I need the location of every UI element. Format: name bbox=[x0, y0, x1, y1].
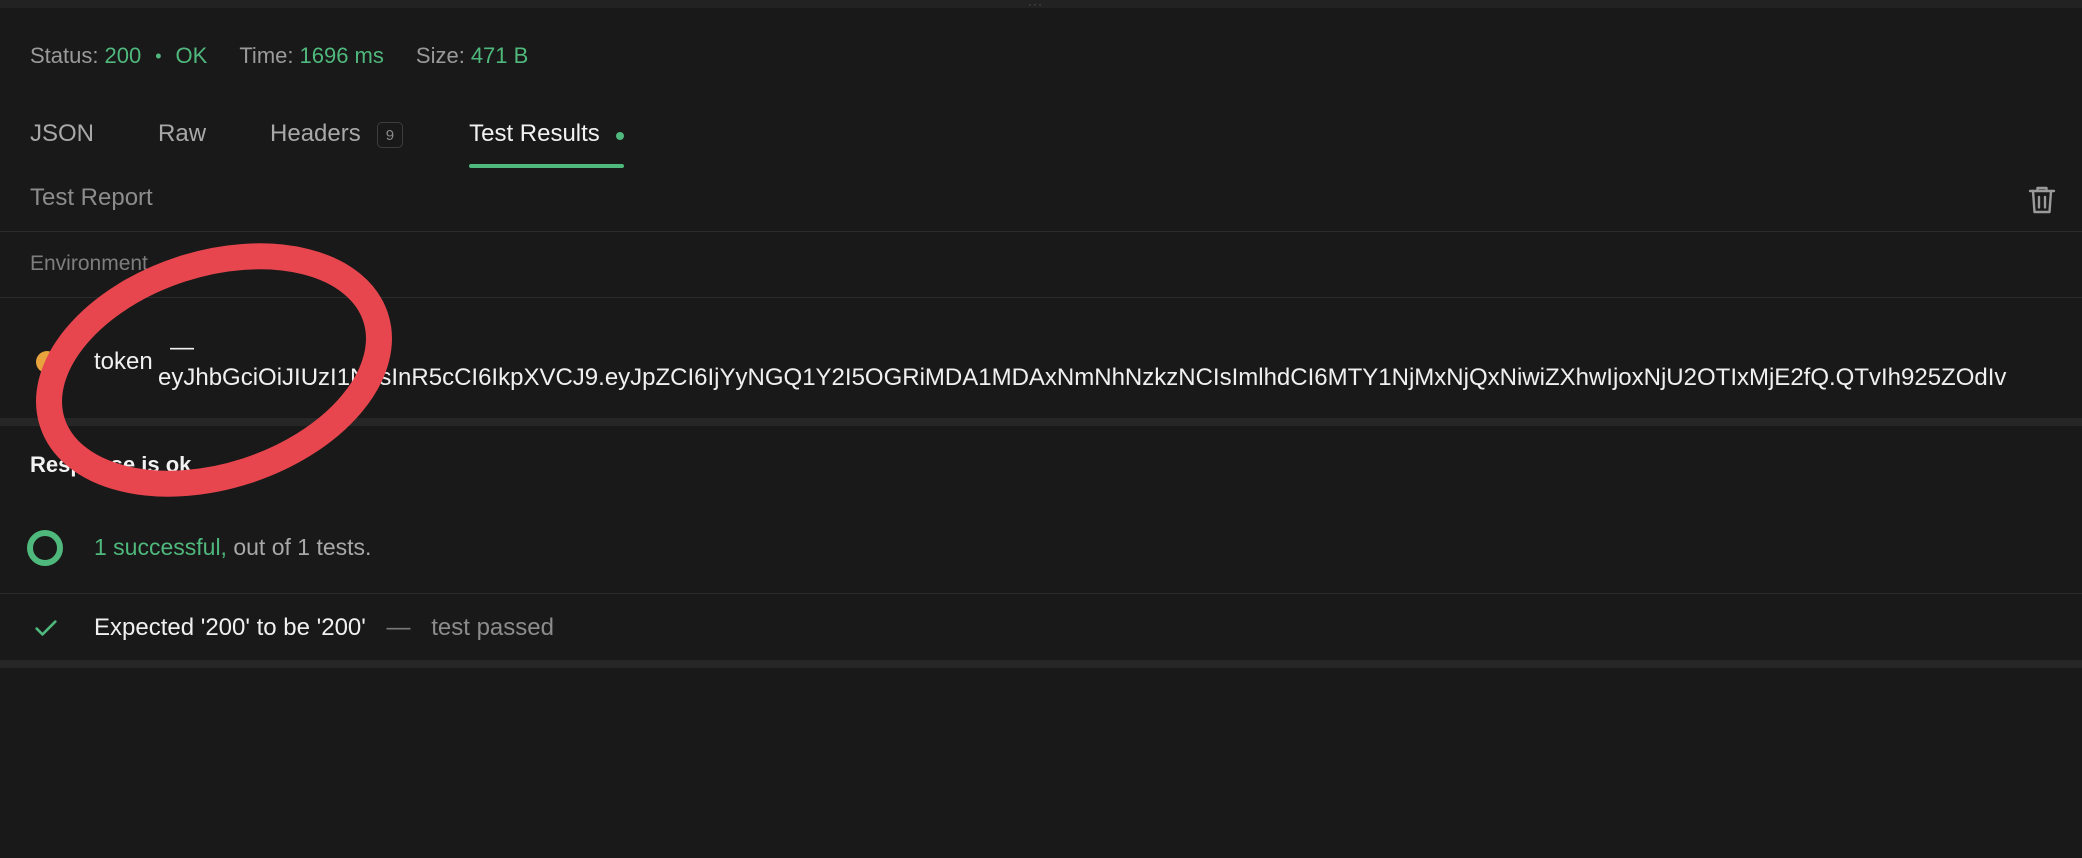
drag-dots-icon: ··· bbox=[1028, 0, 1043, 11]
size-value: 471 B bbox=[470, 43, 529, 68]
test-report-header: Test Report bbox=[0, 170, 2082, 232]
test-result-row: Expected '200' to be '200' — test passed bbox=[0, 594, 2082, 668]
test-result: Expected '200' to be '200' — test passed bbox=[94, 614, 554, 642]
tab-label: Test Results bbox=[469, 120, 600, 147]
variable-separator: — bbox=[170, 334, 194, 361]
time-label: Time: bbox=[239, 43, 294, 68]
tab-headers[interactable]: Headers 9 bbox=[270, 112, 404, 168]
active-dot-icon bbox=[615, 132, 624, 140]
tab-label: Headers bbox=[270, 120, 361, 147]
environment-header: Environment bbox=[0, 232, 2082, 298]
size-label: Size: bbox=[415, 43, 465, 68]
resize-handle[interactable]: ··· bbox=[0, 0, 2082, 11]
tab-overflow-icon[interactable]: ⋮ bbox=[2076, 122, 2082, 146]
test-summary-row: 1 successful, out of 1 tests. bbox=[0, 510, 2082, 594]
test-summary: 1 successful, out of 1 tests. bbox=[94, 534, 371, 561]
time-value: 1696 ms bbox=[299, 43, 384, 68]
time-group: Time: 1696 ms bbox=[239, 43, 384, 69]
response-tabs: JSON Raw Headers 9 Test Results bbox=[30, 112, 688, 168]
tab-raw[interactable]: Raw bbox=[158, 112, 206, 168]
tab-json[interactable]: JSON bbox=[30, 112, 94, 168]
summary-success: 1 successful, bbox=[94, 534, 227, 560]
variable-key: token bbox=[94, 348, 153, 375]
test-result-label: test passed bbox=[431, 614, 554, 641]
status-text: OK bbox=[175, 43, 208, 68]
test-group-title: Response is ok bbox=[30, 452, 192, 477]
summary-rest: out of 1 tests. bbox=[233, 534, 372, 560]
trash-icon[interactable] bbox=[2024, 182, 2060, 218]
progress-ring-icon bbox=[27, 530, 63, 566]
report-title: Test Report bbox=[30, 184, 153, 211]
response-panel: ··· Status: 200 • OK Time: 1696 ms Size:… bbox=[0, 0, 2082, 858]
status-dot-icon: • bbox=[155, 45, 162, 66]
size-group: Size: 471 B bbox=[416, 43, 528, 69]
tab-label: JSON bbox=[30, 120, 95, 147]
variable-status-icon bbox=[36, 351, 58, 373]
tab-label: Raw bbox=[158, 120, 207, 147]
tab-test-results[interactable]: Test Results bbox=[469, 112, 624, 168]
test-separator: — bbox=[386, 614, 411, 641]
check-icon bbox=[35, 620, 57, 636]
environment-variable-row: token — eyJhbGciOiJIUzI1NiIsInR5cCI6IkpX… bbox=[0, 298, 2082, 426]
test-expectation: Expected '200' to be '200' bbox=[94, 614, 366, 641]
status-label: Status: bbox=[30, 43, 99, 68]
status-code: 200 bbox=[104, 43, 142, 68]
headers-count-badge: 9 bbox=[376, 122, 404, 148]
response-meta: Status: 200 • OK Time: 1696 ms Size: 471… bbox=[30, 40, 560, 72]
status-group: Status: 200 • OK bbox=[30, 43, 207, 69]
variable-value: eyJhbGciOiJIUzI1NiIsInR5cCI6IkpXVCJ9.eyJ… bbox=[158, 364, 2007, 391]
environment-title: Environment bbox=[30, 252, 148, 275]
